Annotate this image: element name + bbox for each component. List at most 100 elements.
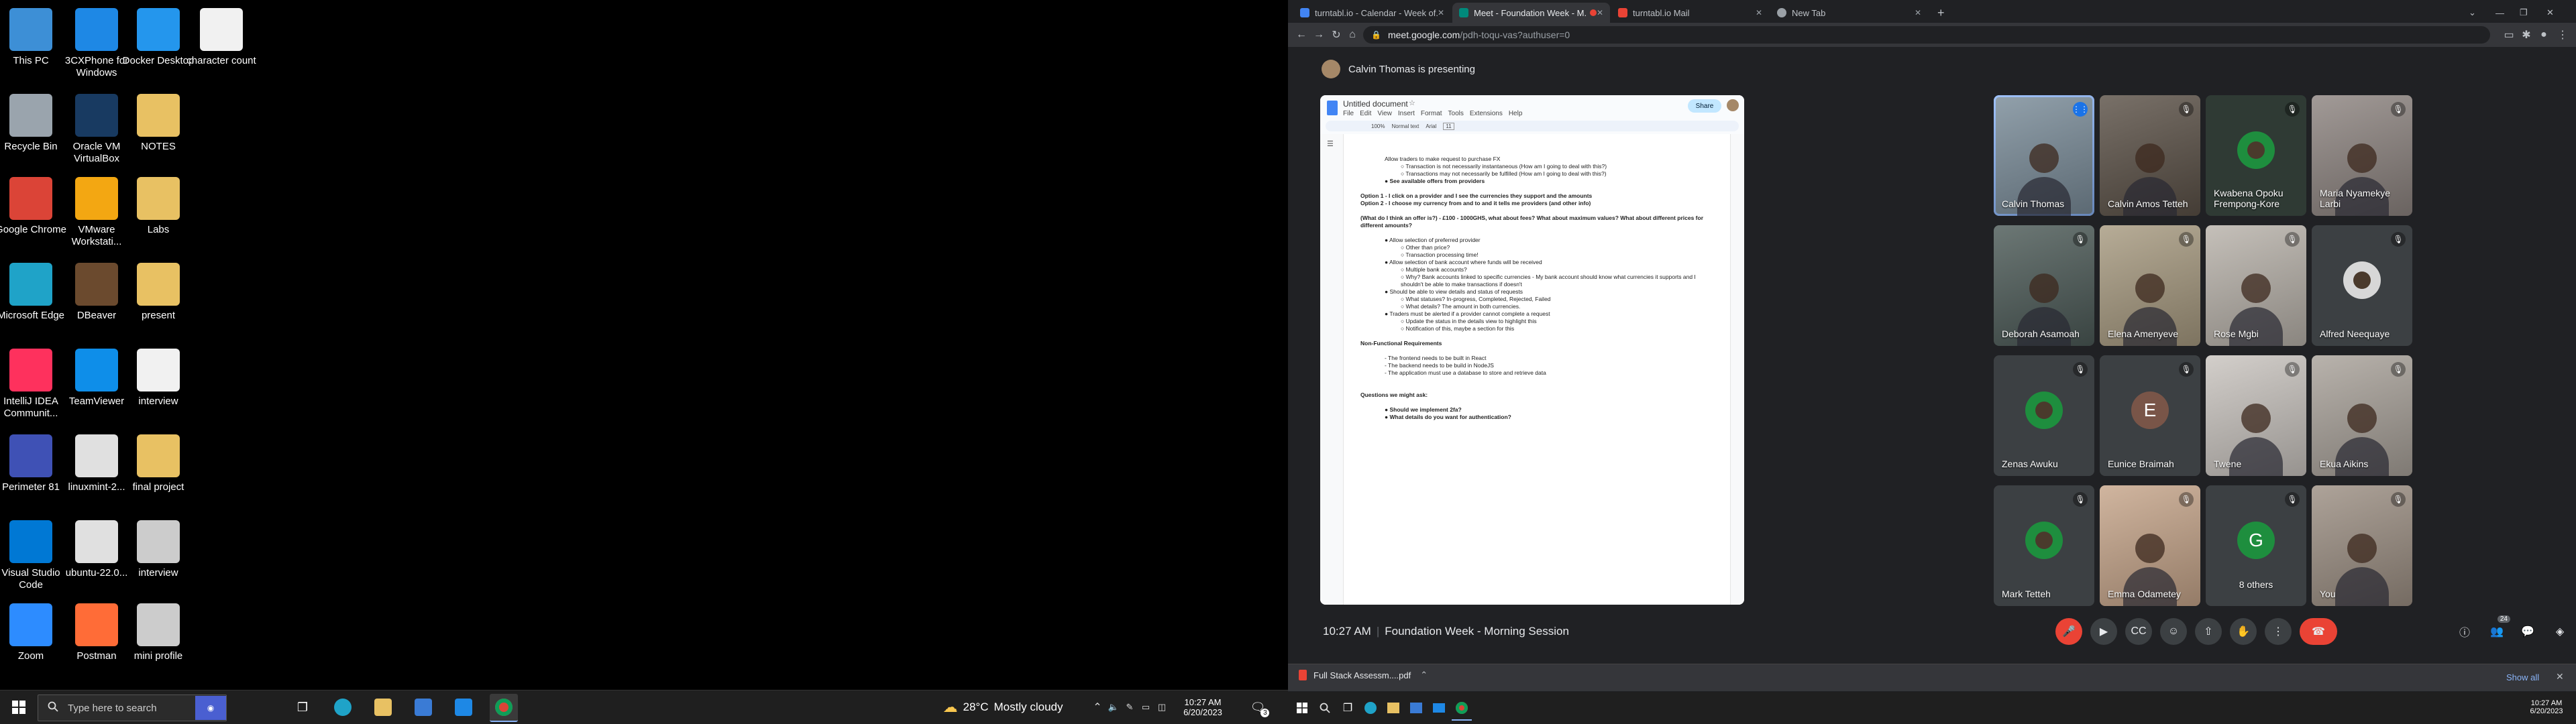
tab-meet[interactable]: Meet - Foundation Week - M... ✕ (1452, 3, 1610, 23)
chrome-taskbar-icon[interactable] (490, 694, 518, 722)
zoom-select[interactable]: 100% (1371, 123, 1385, 129)
tab-mail[interactable]: turntabl.io Mail ✕ (1611, 3, 1769, 23)
participant-tile[interactable]: 🎙 Kwabena Opoku Frempong-Kore (2206, 95, 2306, 216)
people-icon[interactable]: 👥 24 (2489, 615, 2510, 640)
network-icon[interactable]: ◫ (1155, 696, 1169, 719)
participant-tile[interactable]: 🎙 Mark Tetteh (1994, 485, 2094, 606)
close-icon[interactable]: ✕ (1597, 8, 1603, 17)
participant-tile[interactable]: 🎙 Maria Nyamekye Larbi (2312, 95, 2412, 216)
chat-icon[interactable]: 💬 (2520, 623, 2536, 640)
chevron-up-icon[interactable]: ⌃ (1420, 670, 1428, 680)
doc-menu-item[interactable]: Edit (1360, 110, 1371, 117)
clock[interactable]: 10:27 AM 6/20/2023 (1173, 696, 1233, 719)
download-item[interactable]: Full Stack Assessm....pdf ⌃ (1299, 670, 1428, 680)
search-icon[interactable] (1315, 697, 1335, 719)
doc-menu-item[interactable]: Insert (1398, 110, 1415, 117)
windows-start-icon[interactable] (5, 696, 32, 719)
more-options-button[interactable]: ⋮ (2265, 618, 2292, 645)
participant-tile[interactable]: 🎙 Calvin Amos Tetteh (2100, 95, 2200, 216)
desktop-icon[interactable]: present (118, 263, 199, 322)
notification-center-icon[interactable]: 🗨 3 (1246, 696, 1270, 719)
participant-tile[interactable]: 🎙 Zenas Awuku (1994, 355, 2094, 476)
font-select[interactable]: Arial (1426, 123, 1436, 129)
outline-icon[interactable]: ☰ (1327, 139, 1334, 148)
battery-icon[interactable]: ▭ (1139, 696, 1152, 719)
doc-menu-item[interactable]: Format (1421, 110, 1442, 117)
participant-tile[interactable]: 🎙 Alfred Neequaye (2312, 225, 2412, 346)
participant-tile[interactable]: E 🎙 Eunice Braimah (2100, 355, 2200, 476)
desktop-icon[interactable]: interview (118, 520, 199, 579)
present-button[interactable]: ⇧ (2195, 618, 2222, 645)
emoji-button[interactable]: ☺ (2160, 618, 2187, 645)
edge-taskbar-icon[interactable] (1360, 697, 1381, 719)
participant-tile[interactable]: 🎙 Ekua Aikins (2312, 355, 2412, 476)
style-select[interactable]: Normal text (1391, 123, 1419, 129)
account-avatar[interactable] (1727, 99, 1739, 111)
participant-tile[interactable]: G 🎙 8 others (2206, 485, 2306, 606)
profile-icon[interactable]: ● (2536, 27, 2552, 43)
show-all-link[interactable]: Show all (2506, 672, 2539, 682)
task-view-icon[interactable]: ❐ (1338, 697, 1358, 719)
doc-menu-item[interactable]: Help (1509, 110, 1523, 117)
clock[interactable]: 10:27 AM 6/20/2023 (2520, 696, 2573, 719)
desktop-icon[interactable]: interview (118, 349, 199, 408)
minimize-button[interactable]: — (2489, 3, 2512, 23)
chrome-taskbar-icon[interactable] (1452, 697, 1472, 721)
desktop-icon[interactable]: character count (181, 8, 262, 67)
reload-icon[interactable]: ↻ (1328, 27, 1344, 43)
chevron-down-icon[interactable]: ⌄ (2462, 3, 2485, 23)
restore-button[interactable]: ❐ (2513, 3, 2536, 23)
doc-menu-item[interactable]: View (1377, 110, 1392, 117)
participant-tile[interactable]: 🎙 Elena Amenyeve (2100, 225, 2200, 346)
pen-icon[interactable]: ✎ (1123, 696, 1136, 719)
home-icon[interactable]: ⌂ (1344, 27, 1360, 43)
tab-new[interactable]: New Tab ✕ (1770, 3, 1928, 23)
mic-off-button[interactable]: 🎤 (2055, 618, 2082, 645)
participant-tile[interactable]: ⋮⋮ Calvin Thomas (1994, 95, 2094, 216)
cortana-icon[interactable]: ◉ (195, 696, 226, 720)
close-icon[interactable]: ✕ (1756, 8, 1762, 17)
address-bar[interactable]: 🔒 meet.google.com /pdh-toqu-vas?authuser… (1363, 26, 2490, 44)
desktop-icon[interactable]: NOTES (118, 94, 199, 153)
close-icon[interactable]: ✕ (1915, 8, 1921, 17)
mail-taskbar-icon[interactable] (449, 694, 478, 721)
participant-tile[interactable]: 🎙 You (2312, 485, 2412, 606)
star-icon[interactable]: ☆ (1409, 99, 1415, 107)
activities-icon[interactable]: ◈ (2552, 623, 2568, 640)
cast-icon[interactable]: ▭ (2501, 27, 2517, 43)
windows-start-icon[interactable] (1292, 697, 1312, 719)
info-icon[interactable]: ⓘ (2457, 623, 2473, 640)
raise-hand-button[interactable]: ✋ (2230, 618, 2257, 645)
forward-icon[interactable]: → (1311, 27, 1327, 43)
tab-calendar[interactable]: turntabl.io - Calendar - Week of... ✕ (1293, 3, 1451, 23)
participant-tile[interactable]: 🎙 Twene (2206, 355, 2306, 476)
back-icon[interactable]: ← (1293, 27, 1309, 43)
doc-title[interactable]: Untitled document (1343, 99, 1408, 109)
close-window-button[interactable]: ✕ (2540, 3, 2563, 23)
taskbar-search-box[interactable]: Type here to search ◉ (38, 695, 227, 721)
desktop-icon[interactable]: mini profile (118, 603, 199, 662)
desktop-icon[interactable]: Labs (118, 177, 199, 236)
new-tab-button[interactable]: + (1931, 3, 1951, 23)
chevron-up-icon[interactable]: ⌃ (1091, 696, 1104, 719)
mail-taskbar-icon[interactable] (1429, 697, 1449, 719)
font-size-field[interactable]: 11 (1443, 122, 1454, 130)
speaker-icon[interactable]: 🔈 (1107, 696, 1120, 719)
store-taskbar-icon[interactable] (409, 694, 437, 721)
end-call-button[interactable]: ☎ (2300, 618, 2337, 645)
close-icon[interactable]: ✕ (1438, 8, 1444, 17)
file-explorer-taskbar-icon[interactable] (1383, 697, 1403, 719)
participant-tile[interactable]: 🎙 Rose Mgbi (2206, 225, 2306, 346)
camera-button[interactable]: ▶ (2090, 618, 2117, 645)
desktop-icon[interactable]: final project (118, 434, 199, 493)
store-taskbar-icon[interactable] (1406, 697, 1426, 719)
participant-tile[interactable]: 🎙 Emma Odametey (2100, 485, 2200, 606)
file-explorer-taskbar-icon[interactable] (369, 694, 397, 721)
doc-menu-item[interactable]: Tools (1448, 110, 1464, 117)
close-icon[interactable]: ✕ (2556, 671, 2564, 682)
edge-taskbar-icon[interactable] (329, 694, 357, 721)
participant-tile[interactable]: 🎙 Deborah Asamoah (1994, 225, 2094, 346)
menu-icon[interactable]: ⋮ (2555, 27, 2571, 43)
captions-button[interactable]: CC (2125, 618, 2152, 645)
weather-widget[interactable]: ☁ 28°C Mostly cloudy (932, 696, 1073, 719)
